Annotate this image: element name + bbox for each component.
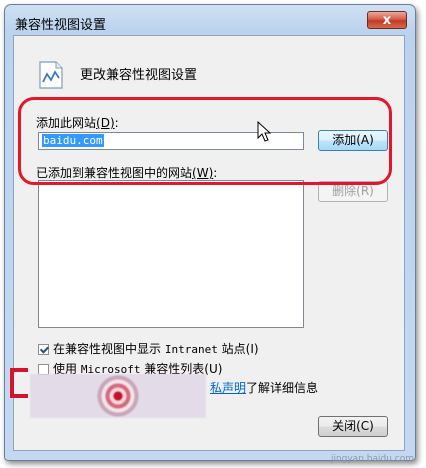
annotation-highlight (18, 97, 392, 185)
blurred-watermark (30, 374, 206, 418)
privacy-link[interactable]: 私声明 (210, 381, 246, 395)
site-watermark: jingyan.baidu.com (330, 454, 414, 464)
window-title: 兼容性视图设置 (15, 18, 107, 33)
watermark-logo-fragment (10, 368, 28, 398)
close-button[interactable]: 关闭(C) (318, 416, 388, 437)
info-suffix: 了解详细信息 (246, 381, 319, 395)
header-text: 更改兼容性视图设置 (80, 68, 198, 83)
intranet-checkbox[interactable] (38, 344, 49, 355)
intranet-label-prefix: 在兼容性视图中显示 (53, 342, 162, 356)
privacy-info: 私声明了解详细信息 (210, 379, 318, 396)
site-list[interactable] (38, 180, 304, 328)
intranet-option[interactable]: 在兼容性视图中显示 Intranet 站点(I) (38, 340, 259, 357)
intranet-label-suffix: 站点(I) (221, 342, 259, 356)
document-chart-icon (39, 61, 63, 89)
intranet-label-mono: Intranet (164, 343, 218, 356)
close-window-button[interactable]: x (367, 11, 407, 29)
title-bar[interactable]: 兼容性视图设置 x (5, 5, 415, 35)
close-icon: x (382, 13, 392, 28)
mouse-cursor-icon (257, 121, 272, 142)
